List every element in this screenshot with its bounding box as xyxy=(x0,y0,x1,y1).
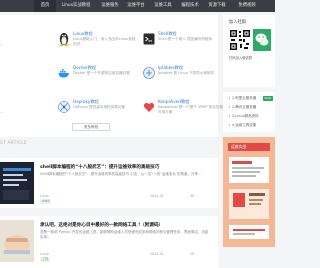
article-item[interactable]: 承认吧，这绝对是你心目中最好的一款网络工具 !（附源码） 这是一款用 Pytho… xyxy=(0,216,218,268)
more-courses-button[interactable]: 更多教程 xyxy=(72,123,110,131)
bullet-dot xyxy=(229,106,231,108)
course-card[interactable]: Shell教程 Shell 是一个用 C 语言编写的程序 xyxy=(140,28,225,52)
course-panel: Linux教程 Linux基础入门，深入浅出学Linux系统知识 Shell教程… xyxy=(0,15,223,137)
article-author[interactable]: Linux xyxy=(40,252,49,256)
docker-whale-icon xyxy=(58,65,70,80)
course-desc: Keepalived 是一个基于 VRRP 协议的高可用方案 xyxy=(158,104,224,114)
nav-item[interactable]: 免费视频 xyxy=(232,0,262,12)
article-thumbnail[interactable] xyxy=(0,220,34,262)
course-card[interactable]: Keepalived教程 Keepalived 是一个基于 VRRP 协议的高可… xyxy=(140,96,225,120)
bullet-dot xyxy=(229,124,231,126)
haproxy-icon xyxy=(58,99,70,114)
wechat-group-card: 加入社群 扫码加入微信群 xyxy=(223,15,275,87)
course-desc: HAProxy 提供高可用性负载均衡 xyxy=(73,104,126,109)
hot-link-label[interactable]: 4.运维工具合集 xyxy=(232,123,256,127)
article-excerpt: Shell脚本编程的“十八般武艺”：提升运维效率的高级技巧 引言，从一名“一线”… xyxy=(40,172,202,176)
article-thumbnail[interactable] xyxy=(0,162,34,204)
nav-item[interactable]: Linux实战教程 xyxy=(56,0,96,12)
latest-articles-heading: ST ARTICLE xyxy=(0,141,27,146)
linux-tux-icon xyxy=(58,31,70,46)
article-excerpt: 这是一款用 Python 开发的运维工具，能够帮助运维人员快速完成多种网络诊断与… xyxy=(40,230,209,239)
hot-link[interactable]: 3.Linux精品资料 xyxy=(229,114,259,119)
top-nav: 首页 Linux实战教程 运维服务 运维平台 运维工具 编程技术 资源下载 免费视频 xyxy=(0,0,275,12)
course-card[interactable]: Docker教程 Docker 是一个开源的应用容器引擎 xyxy=(55,62,140,86)
bullet-dot xyxy=(229,97,231,99)
keepalived-icon xyxy=(143,99,155,114)
nav-item[interactable]: 首页 xyxy=(34,0,56,12)
nav-item[interactable]: 运维工具 xyxy=(150,0,176,12)
bullet-dot xyxy=(229,115,231,117)
hot-links-card: 1.阿里云服务器 New 2.腾讯云服务器 3.Linux精品资料 4.运维工具… xyxy=(223,92,275,132)
article-date: 2024-01 xyxy=(150,252,164,256)
course-desc-partial: ... xyxy=(0,42,4,46)
ad-title: 运维实战 xyxy=(231,144,247,149)
nav-item[interactable]: 编程技术 xyxy=(178,0,202,12)
article-views: 3K xyxy=(190,194,195,198)
course-desc: Shell 是一个用 C 语言编写的程序 xyxy=(158,36,213,41)
hot-link-label[interactable]: 2.腾讯云服务器 xyxy=(232,105,256,109)
article-date: 2024-01 xyxy=(150,194,164,198)
qr-code-icon xyxy=(229,29,251,51)
course-card[interactable]: Linux教程 Linux基础入门，深入浅出学Linux系统知识 xyxy=(55,28,140,52)
hot-link[interactable]: 2.腾讯云服务器 xyxy=(229,105,256,110)
new-badge: New xyxy=(263,96,273,101)
article-tag[interactable]: 工具 xyxy=(40,257,51,262)
ad-banner[interactable]: 运维实战 xyxy=(223,137,275,247)
nav-item[interactable]: 运维平台 xyxy=(124,0,148,12)
ad-banner-graphic xyxy=(223,137,275,247)
qr-caption: 扫码加入微信群 xyxy=(229,56,253,60)
wechat-icon xyxy=(253,29,271,51)
hot-link-label[interactable]: 1.阿里云服务器 xyxy=(232,96,256,100)
article-views: 2K xyxy=(190,252,195,256)
article-title[interactable]: 承认吧，这绝对是你心目中最好的一款网络工具 !（附源码） xyxy=(40,222,163,228)
course-card[interactable]: Haproxy教程 HAProxy 提供高可用性负载均衡 xyxy=(55,96,140,120)
article-tag[interactable]: shell xyxy=(40,199,52,204)
course-desc: Docker 是一个开源的应用容器引擎 xyxy=(73,70,130,75)
iptables-firewall-icon xyxy=(143,65,155,80)
course-desc: Linux基础入门，深入浅出学Linux系统知识 xyxy=(73,36,136,46)
nav-item[interactable]: 资源下载 xyxy=(204,0,230,12)
article-item[interactable]: shell脚本编程的“十八般武艺”：提升运维效率的高级技巧 Shell脚本编程的… xyxy=(0,158,218,208)
nav-item[interactable]: 运维服务 xyxy=(98,0,122,12)
hot-link-label[interactable]: 3.Linux精品资料 xyxy=(232,114,259,118)
course-desc: Iptables 是 Linux 下的防火墙软件 xyxy=(158,70,215,75)
course-card[interactable]: Iptables教程 Iptables 是 Linux 下的防火墙软件 xyxy=(140,62,225,86)
article-author[interactable]: Linux xyxy=(40,194,49,198)
shell-terminal-icon xyxy=(143,31,155,46)
card-title: 加入社群 xyxy=(229,20,247,25)
hot-link[interactable]: 1.阿里云服务器 xyxy=(229,96,256,101)
course-desc-partial: ... xyxy=(0,110,4,114)
hot-link[interactable]: 4.运维工具合集 xyxy=(229,123,256,128)
article-title[interactable]: shell脚本编程的“十八般武艺”：提升运维效率的高级技巧 xyxy=(40,164,159,170)
